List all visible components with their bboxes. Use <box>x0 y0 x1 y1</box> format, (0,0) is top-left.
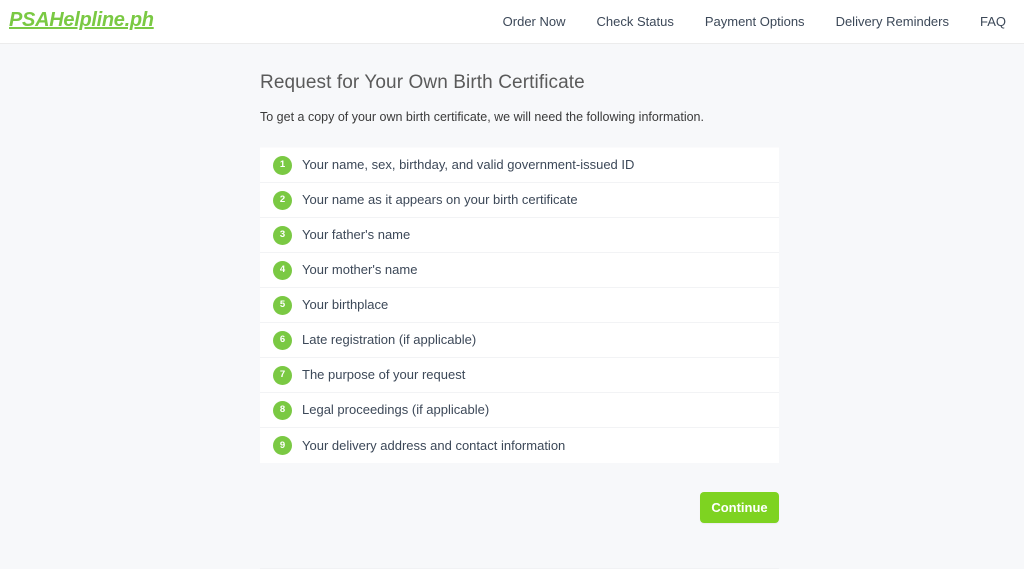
list-item[interactable]: 5 Your birthplace <box>260 288 779 323</box>
list-item-label: Your delivery address and contact inform… <box>302 437 566 453</box>
step-number-badge: 9 <box>273 436 292 455</box>
step-number-badge: 4 <box>273 260 292 280</box>
nav-item-order-now[interactable]: Order Now <box>503 13 566 31</box>
list-item-label: Your name as it appears on your birth ce… <box>302 192 578 207</box>
nav-item-faq[interactable]: FAQ <box>980 13 1006 31</box>
list-item-label: Your name, sex, birthday, and valid gove… <box>302 157 635 172</box>
continue-button[interactable]: Continue <box>700 492 779 523</box>
list-item-label: Late registration (if applicable) <box>302 332 477 347</box>
site-logo[interactable]: PSAHelpline.ph <box>9 9 154 32</box>
content-container: Request for Your Own Birth Certificate T… <box>260 44 779 523</box>
step-number-badge: 6 <box>273 330 292 350</box>
list-item[interactable]: 3 Your father's name <box>260 218 779 253</box>
nav-item-payment-options[interactable]: Payment Options <box>705 13 805 31</box>
list-item-label: Your mother's name <box>302 262 418 277</box>
list-item-label: Your birthplace <box>302 297 389 312</box>
step-number-badge: 1 <box>273 155 292 175</box>
step-number-badge: 7 <box>273 365 292 385</box>
list-item[interactable]: 1 Your name, sex, birthday, and valid go… <box>260 148 779 183</box>
list-item-label: Your father's name <box>302 227 411 242</box>
page-title: Request for Your Own Birth Certificate <box>260 72 585 93</box>
list-item[interactable]: 9 Your delivery address and contact info… <box>260 428 779 463</box>
page-subtitle: To get a copy of your own birth certific… <box>260 110 704 124</box>
list-item[interactable]: 4 Your mother's name <box>260 253 779 288</box>
nav-item-check-status[interactable]: Check Status <box>597 13 674 31</box>
page-body: Request for Your Own Birth Certificate T… <box>0 44 1024 569</box>
nav-item-delivery-reminders[interactable]: Delivery Reminders <box>836 13 949 31</box>
list-item[interactable]: 7 The purpose of your request <box>260 358 779 393</box>
list-item[interactable]: 8 Legal proceedings (if applicable) <box>260 393 779 428</box>
list-item-label: Legal proceedings (if applicable) <box>302 402 490 417</box>
step-number-badge: 5 <box>273 295 292 315</box>
main-navigation: Order Now Check Status Payment Options D… <box>503 13 1006 31</box>
list-item[interactable]: 6 Late registration (if applicable) <box>260 323 779 358</box>
form-actions: Continue <box>260 492 779 523</box>
list-item-label: The purpose of your request <box>302 367 466 382</box>
requirements-list: 1 Your name, sex, birthday, and valid go… <box>260 147 779 463</box>
site-header: PSAHelpline.ph Order Now Check Status Pa… <box>0 0 1024 44</box>
step-number-badge: 2 <box>273 190 292 210</box>
list-item[interactable]: 2 Your name as it appears on your birth … <box>260 183 779 218</box>
step-number-badge: 3 <box>273 225 292 245</box>
step-number-badge: 8 <box>273 400 292 420</box>
